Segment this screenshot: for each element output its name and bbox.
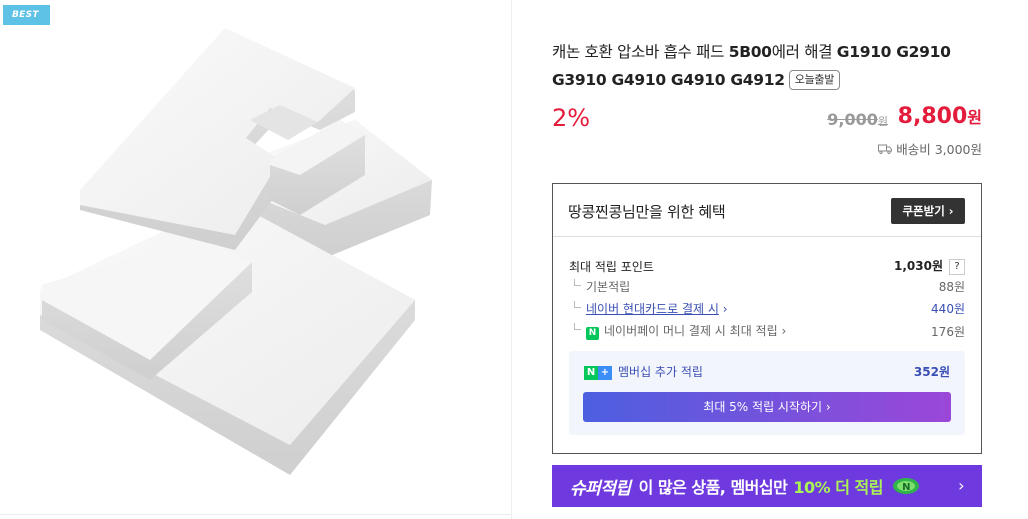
title-model: 5B00 bbox=[728, 43, 772, 61]
shipping-fee: 배송비 3,000원 bbox=[896, 142, 982, 157]
npay-points-value: 176원 bbox=[931, 324, 965, 339]
basic-points-value: 88원 bbox=[938, 280, 965, 294]
sale-price-value: 8,800 bbox=[897, 104, 968, 129]
npay-points-link[interactable]: N 네이버페이 머니 결제 시 최대 적립 › bbox=[569, 322, 786, 340]
npay-points-row[interactable]: N 네이버페이 머니 결제 시 최대 적립 › 176원 bbox=[569, 322, 965, 340]
today-shipping-tag: 오늘출발 bbox=[788, 70, 841, 90]
naverpay-icon: N bbox=[586, 327, 599, 340]
discount-rate: 2% bbox=[552, 104, 591, 132]
basic-points-label: 기본적립 bbox=[569, 278, 630, 295]
banner-brand: 슈퍼적립 bbox=[570, 478, 631, 499]
coupon-button-label: 쿠폰받기 bbox=[902, 204, 945, 218]
money-icon: N bbox=[892, 478, 919, 494]
product-title: 캐논 호환 압소바 흡수 패드 5B00에러 해결 G1910 G2910 G3… bbox=[552, 38, 982, 94]
chevron-right-icon: › bbox=[777, 324, 787, 338]
title-text: 에러 해결 bbox=[771, 43, 837, 61]
sale-price: 8,800원 bbox=[898, 104, 982, 129]
product-image[interactable] bbox=[0, 0, 512, 519]
banner-text: 이 많은 상품, 멤버십만 bbox=[638, 478, 788, 497]
truck-icon bbox=[878, 144, 893, 154]
shipping-info: 배송비 3,000원 bbox=[878, 139, 982, 158]
help-icon[interactable]: ? bbox=[949, 259, 965, 275]
chevron-right-icon: › bbox=[958, 476, 964, 495]
benefit-box: 땅콩찐콩님만을 위한 혜택 쿠폰받기 › 최대 적립 포인트 1,030원? 기… bbox=[552, 183, 982, 454]
original-price-value: 9,000 bbox=[827, 110, 878, 129]
coupon-button[interactable]: 쿠폰받기 › bbox=[891, 198, 965, 224]
npay-points-label[interactable]: 네이버페이 머니 결제 시 최대 적립 bbox=[604, 324, 778, 338]
membership-start-button[interactable]: 최대 5% 적립 시작하기 › bbox=[583, 392, 951, 422]
basic-points-row: 기본적립 88원 bbox=[569, 278, 965, 295]
membership-label: 멤버십 추가 적립 bbox=[618, 365, 703, 379]
benefit-title: 땅콩찐콩님만을 위한 혜택 bbox=[568, 203, 726, 221]
original-price: 9,000원 bbox=[827, 110, 888, 129]
membership-start-label: 최대 5% 적립 시작하기 bbox=[703, 400, 823, 414]
chevron-right-icon: › bbox=[718, 302, 728, 316]
naver-plus-icon: N + bbox=[584, 365, 612, 380]
card-points-label[interactable]: 네이버 현대카드로 결제 시 bbox=[586, 302, 719, 316]
membership-box: N + 멤버십 추가 적립 352원 최대 5% 적립 시작하기 › bbox=[569, 351, 965, 435]
title-text: 캐논 호환 압소바 흡수 패드 bbox=[552, 43, 729, 61]
membership-label-wrap: N + 멤버십 추가 적립 bbox=[584, 363, 703, 380]
sale-price-unit: 원 bbox=[967, 108, 982, 127]
benefit-header: 땅콩찐콩님만을 위한 혜택 쿠폰받기 › bbox=[553, 184, 981, 237]
max-points-row: 최대 적립 포인트 1,030원? bbox=[569, 257, 965, 275]
divider bbox=[0, 514, 511, 515]
max-points-label: 최대 적립 포인트 bbox=[569, 259, 654, 274]
card-points-link[interactable]: 네이버 현대카드로 결제 시 › bbox=[569, 300, 728, 317]
svg-text:N: N bbox=[902, 482, 910, 493]
banner-highlight: 10% 더 적립 bbox=[793, 478, 883, 497]
original-price-unit: 원 bbox=[877, 115, 888, 128]
product-image-panel: BEST bbox=[0, 0, 512, 519]
max-points-value: 1,030원 bbox=[894, 259, 943, 273]
card-points-row[interactable]: 네이버 현대카드로 결제 시 › 440원 bbox=[569, 300, 965, 317]
card-points-value: 440원 bbox=[931, 302, 965, 316]
membership-value: 352원 bbox=[913, 365, 950, 379]
super-points-banner[interactable]: 슈퍼적립 이 많은 상품, 멤버십만 10% 더 적립 N › bbox=[552, 465, 982, 507]
membership-row: N + 멤버십 추가 적립 352원 bbox=[584, 363, 950, 380]
